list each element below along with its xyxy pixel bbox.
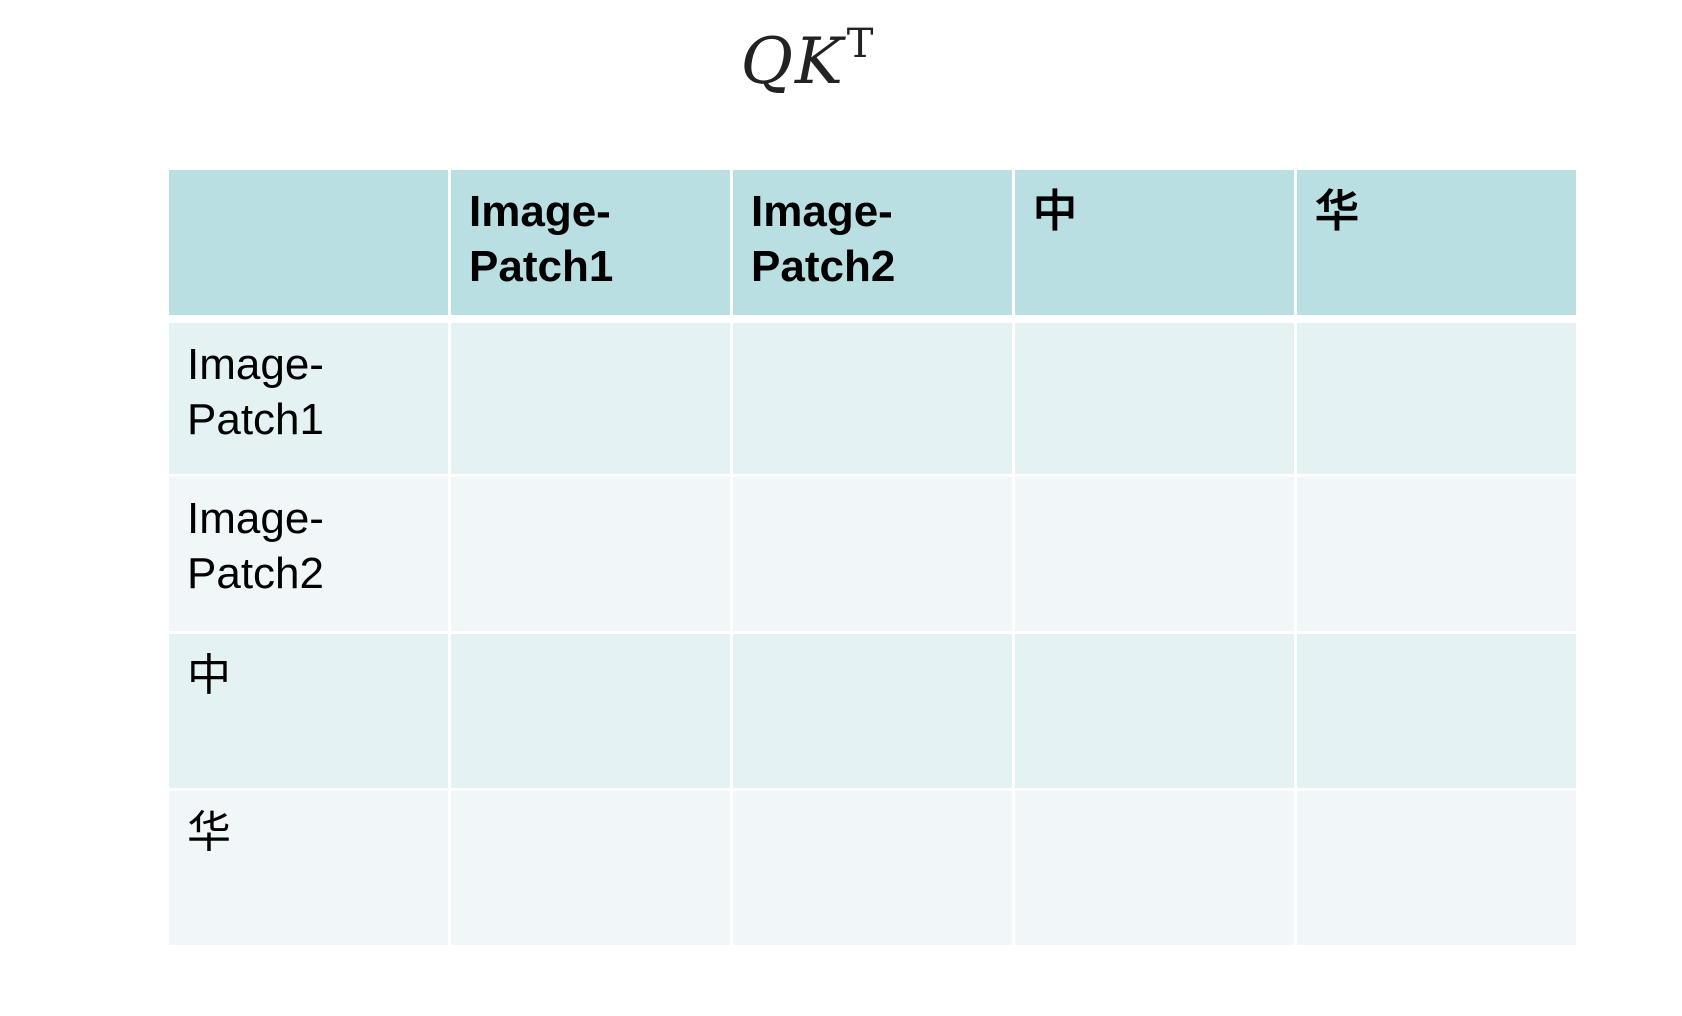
corner-cell	[166, 167, 451, 320]
table-cell	[1294, 317, 1579, 477]
row-header-label: 华	[187, 808, 231, 857]
column-header-label: 中	[1033, 187, 1077, 236]
column-header-image-patch1: Image- Patch1	[448, 167, 733, 320]
row-header-label: Image- Patch1	[187, 339, 324, 444]
table-cell	[1012, 317, 1297, 477]
table-cell	[1294, 788, 1579, 948]
table-row: 中	[166, 631, 1579, 791]
row-header-label: 中	[187, 651, 231, 700]
table-cell	[448, 788, 733, 948]
table-cell	[1012, 788, 1297, 948]
table-row: 华	[166, 788, 1579, 948]
table-cell	[448, 474, 733, 634]
table-cell	[1012, 631, 1297, 791]
table-cell	[1294, 631, 1579, 791]
row-header-image-patch1: Image- Patch1	[166, 317, 451, 477]
column-header-label: 华	[1315, 187, 1359, 236]
table-row: Image- Patch1	[166, 317, 1579, 477]
column-header-label: Image- Patch1	[469, 187, 614, 291]
table-cell	[730, 474, 1015, 634]
table-cell	[1012, 474, 1297, 634]
column-header-label: Image- Patch2	[751, 187, 896, 291]
table-cell	[730, 317, 1015, 477]
formula-qk-transpose: QKT	[0, 21, 1616, 110]
table-cell	[1294, 474, 1579, 634]
table-cell	[730, 788, 1015, 948]
table-row: Image- Patch2	[166, 474, 1579, 634]
table-cell	[730, 631, 1015, 791]
attention-matrix-table: Image- Patch1 Image- Patch2 中 华 Image- P…	[166, 167, 1579, 948]
row-header-zhong: 中	[166, 631, 451, 791]
column-header-image-patch2: Image- Patch2	[730, 167, 1015, 320]
table-cell	[448, 317, 733, 477]
column-header-hua: 华	[1294, 167, 1579, 320]
row-header-hua: 华	[166, 788, 451, 948]
row-header-image-patch2: Image- Patch2	[166, 474, 451, 634]
table-header-row: Image- Patch1 Image- Patch2 中 华	[166, 167, 1579, 320]
row-header-label: Image- Patch2	[187, 494, 324, 598]
table-cell	[448, 631, 733, 791]
formula-superscript: T	[846, 21, 876, 67]
formula-base: QK	[740, 25, 845, 99]
column-header-zhong: 中	[1012, 167, 1297, 320]
